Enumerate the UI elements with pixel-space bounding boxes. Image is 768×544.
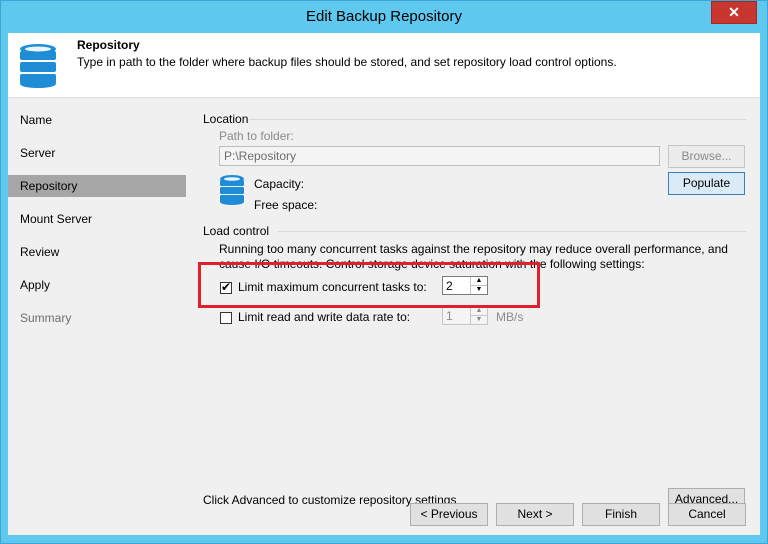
location-section-label: Location <box>203 112 249 126</box>
limit-rate-label[interactable]: Limit read and write data rate to: <box>238 310 410 324</box>
annotation-highlight-box <box>198 262 540 308</box>
capacity-database-icon <box>219 174 245 209</box>
header-description: Type in path to the folder where backup … <box>77 55 617 69</box>
step-review[interactable]: Review <box>8 241 186 263</box>
edit-backup-repository-window: Edit Backup Repository ✕ Repository Type… <box>0 0 768 544</box>
limit-rate-checkbox[interactable] <box>220 312 232 324</box>
next-button[interactable]: Next > <box>496 503 574 526</box>
step-repository[interactable]: Repository <box>8 175 186 197</box>
data-rate-stepper[interactable]: 1 ▲ ▼ <box>442 306 488 325</box>
path-field[interactable]: P:\Repository <box>219 146 660 166</box>
populate-button[interactable]: Populate <box>668 172 745 195</box>
cancel-button[interactable]: Cancel <box>668 503 746 526</box>
data-rate-unit: MB/s <box>496 310 524 324</box>
wizard-steps: Name Server Repository Mount Server Revi… <box>8 98 186 535</box>
previous-button[interactable]: < Previous <box>410 503 488 526</box>
window-title: Edit Backup Repository <box>306 8 462 25</box>
step-apply[interactable]: Apply <box>8 274 186 296</box>
data-rate-value[interactable]: 1 <box>446 309 453 323</box>
step-summary: Summary <box>20 311 72 325</box>
step-mount-server[interactable]: Mount Server <box>8 208 186 230</box>
load-control-section-label: Load control <box>203 224 270 238</box>
repository-settings-panel: Location Path to folder: P:\Repository B… <box>186 98 760 535</box>
spin-up-icon[interactable]: ▲ <box>471 307 487 316</box>
data-rate-spinner: ▲ ▼ <box>470 307 487 324</box>
spin-down-icon[interactable]: ▼ <box>471 316 487 324</box>
step-name[interactable]: Name <box>8 109 186 131</box>
path-label: Path to folder: <box>219 129 294 143</box>
header-title: Repository <box>77 38 140 52</box>
load-control-divider <box>278 231 746 232</box>
database-icon <box>18 42 58 93</box>
free-space-label: Free space: <box>254 198 318 212</box>
finish-button[interactable]: Finish <box>582 503 660 526</box>
load-control-description-line1: Running too many concurrent tasks agains… <box>219 242 728 256</box>
location-divider <box>249 119 746 120</box>
step-server[interactable]: Server <box>8 142 186 164</box>
capacity-label: Capacity: <box>254 177 305 191</box>
close-button[interactable]: ✕ <box>711 1 757 24</box>
wizard-header: Repository Type in path to the folder wh… <box>8 33 760 98</box>
title-bar[interactable]: Edit Backup Repository ✕ <box>1 1 767 33</box>
browse-button[interactable]: Browse... <box>668 145 745 168</box>
